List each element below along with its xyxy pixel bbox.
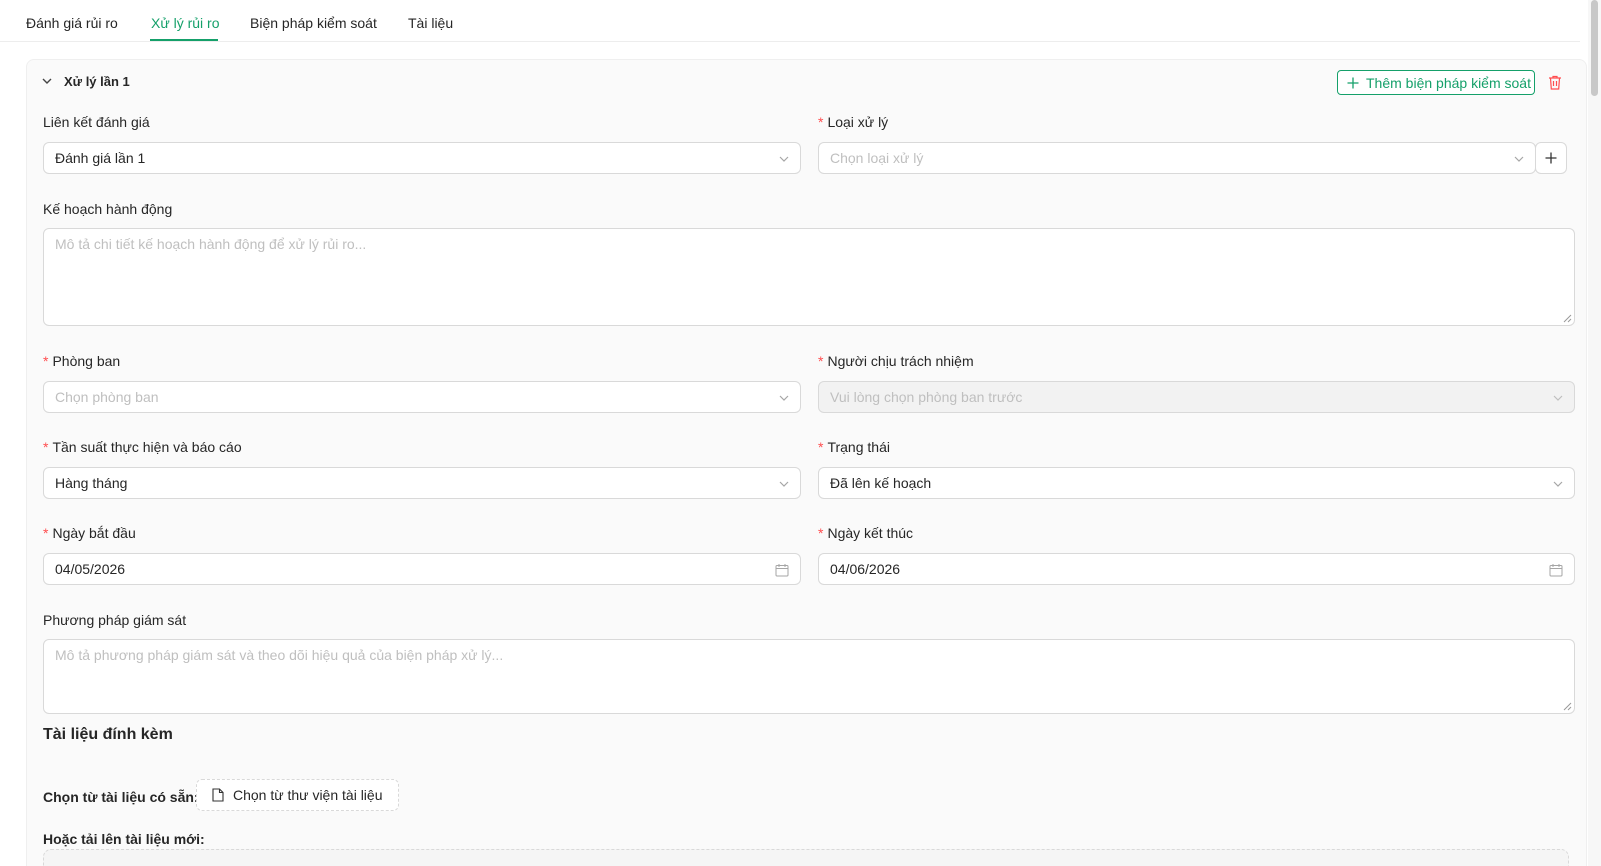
monitoring-textarea[interactable]: Mô tả phương pháp giám sát và theo dõi h… bbox=[43, 639, 1575, 714]
add-control-label: Thêm biện pháp kiểm soát bbox=[1366, 74, 1531, 91]
resize-handle-icon[interactable] bbox=[1563, 702, 1572, 711]
library-button-label: Chọn từ thư viện tài liệu bbox=[233, 787, 383, 803]
chevron-down-icon bbox=[1553, 395, 1563, 401]
frequency-select[interactable]: Hàng tháng bbox=[43, 467, 801, 499]
scrollbar[interactable] bbox=[1588, 0, 1601, 866]
plus-icon bbox=[1347, 77, 1359, 88]
calendar-icon bbox=[775, 564, 789, 577]
tab-control-measures[interactable]: Biện pháp kiểm soát bbox=[250, 15, 377, 31]
end-date-picker[interactable]: 04/06/2026 bbox=[818, 553, 1575, 585]
assessment-link-select[interactable]: Đánh giá lần 1 bbox=[43, 142, 801, 174]
active-tab-indicator bbox=[150, 39, 218, 41]
department-placeholder: Chọn phòng ban bbox=[55, 389, 159, 405]
file-icon bbox=[212, 788, 224, 802]
start-date-picker[interactable]: 04/05/2026 bbox=[43, 553, 801, 585]
choose-existing-label: Chọn từ tài liệu có sẵn: bbox=[43, 789, 199, 805]
assessment-link-label: Liên kết đánh giá bbox=[43, 114, 150, 130]
end-date-label: * Ngày kết thúc bbox=[818, 525, 914, 541]
upload-dropzone[interactable] bbox=[43, 849, 1569, 866]
department-label: * Phòng ban bbox=[43, 353, 121, 369]
tab-risk-treatment[interactable]: Xử lý rủi ro bbox=[151, 15, 220, 31]
monitoring-placeholder: Mô tả phương pháp giám sát và theo dõi h… bbox=[55, 647, 504, 663]
trash-icon[interactable] bbox=[1548, 75, 1562, 90]
assessment-link-value: Đánh giá lần 1 bbox=[55, 150, 146, 166]
chevron-down-icon bbox=[779, 481, 789, 487]
calendar-icon bbox=[1549, 564, 1563, 577]
start-date-value: 04/05/2026 bbox=[55, 561, 126, 577]
add-treatment-type-button[interactable] bbox=[1535, 142, 1567, 174]
owner-placeholder: Vui lòng chọn phòng ban trước bbox=[830, 389, 1023, 405]
chevron-down-icon[interactable] bbox=[41, 75, 53, 87]
status-value: Đã lên kế hoạch bbox=[830, 475, 932, 491]
add-control-button[interactable]: Thêm biện pháp kiểm soát bbox=[1337, 70, 1535, 95]
action-plan-textarea[interactable]: Mô tả chi tiết kế hoạch hành động để xử … bbox=[43, 228, 1575, 326]
treatment-card bbox=[26, 59, 1587, 866]
tab-bar: Đánh giá rủi ro Xử lý rủi ro Biện pháp k… bbox=[0, 0, 1580, 42]
action-plan-placeholder: Mô tả chi tiết kế hoạch hành động để xử … bbox=[55, 236, 367, 252]
status-select[interactable]: Đã lên kế hoạch bbox=[818, 467, 1575, 499]
treatment-type-placeholder: Chọn loại xử lý bbox=[830, 150, 924, 166]
resize-handle-icon[interactable] bbox=[1563, 314, 1572, 323]
monitoring-label: Phương pháp giám sát bbox=[43, 612, 187, 628]
department-select[interactable]: Chọn phòng ban bbox=[43, 381, 801, 413]
choose-from-library-button[interactable]: Chọn từ thư viện tài liệu bbox=[196, 779, 399, 811]
treatment-type-label: * Loại xử lý bbox=[818, 114, 889, 130]
chevron-down-icon bbox=[1514, 156, 1524, 162]
scrollbar-thumb[interactable] bbox=[1591, 0, 1598, 96]
risk-treatment-page: Đánh giá rủi ro Xử lý rủi ro Biện pháp k… bbox=[0, 0, 1601, 866]
plus-icon bbox=[1545, 152, 1557, 164]
owner-label: * Người chịu trách nhiệm bbox=[818, 353, 974, 369]
treatment-title: Xử lý lần 1 bbox=[64, 74, 130, 89]
owner-select: Vui lòng chọn phòng ban trước bbox=[818, 381, 1575, 413]
tab-risk-assessment[interactable]: Đánh giá rủi ro bbox=[26, 15, 118, 31]
chevron-down-icon bbox=[779, 156, 789, 162]
start-date-label: * Ngày bắt đầu bbox=[43, 525, 136, 541]
chevron-down-icon bbox=[1553, 481, 1563, 487]
upload-new-label: Hoặc tải lên tài liệu mới: bbox=[43, 831, 205, 847]
frequency-value: Hàng tháng bbox=[55, 475, 128, 491]
action-plan-label: Kế hoạch hành động bbox=[43, 201, 173, 217]
chevron-down-icon bbox=[779, 395, 789, 401]
tab-documents[interactable]: Tài liệu bbox=[408, 15, 453, 31]
attachments-title: Tài liệu đính kèm bbox=[43, 726, 173, 743]
status-label: * Trạng thái bbox=[818, 439, 890, 455]
end-date-value: 04/06/2026 bbox=[830, 561, 901, 577]
frequency-label: * Tần suất thực hiện và báo cáo bbox=[43, 439, 242, 455]
treatment-type-select[interactable]: Chọn loại xử lý bbox=[818, 142, 1536, 174]
